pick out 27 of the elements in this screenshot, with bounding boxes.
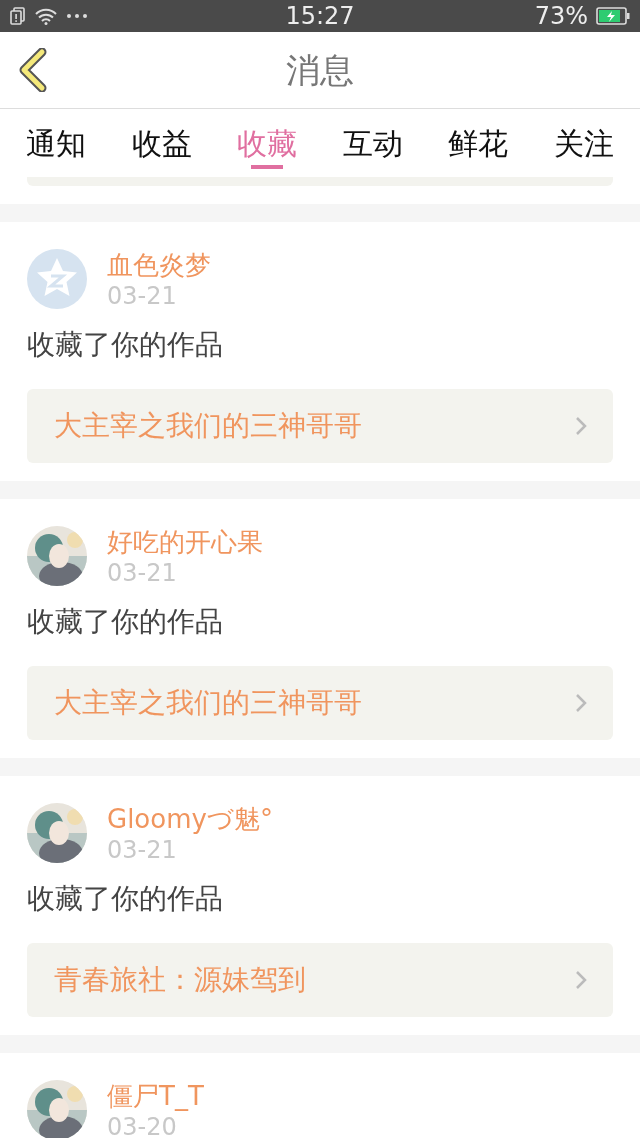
user-name[interactable]: Gloomyづ魅°	[107, 803, 273, 835]
more-icon	[66, 13, 88, 19]
action-text: 收藏了你的作品	[27, 604, 224, 640]
user-name[interactable]: 血色炎梦	[107, 249, 211, 281]
default-avatar-icon	[27, 249, 87, 309]
tab[interactable]: 收益	[131, 109, 192, 177]
sim-icon	[10, 7, 26, 25]
work-link[interactable]: 大主宰之我们的三神哥哥	[27, 666, 613, 740]
tab[interactable]: 收藏	[237, 109, 298, 177]
page-title: 消息	[285, 48, 355, 92]
tab[interactable]: 互动	[342, 109, 403, 177]
tab[interactable]: 关注	[553, 109, 614, 177]
user-name[interactable]: 僵尸T_T	[107, 1080, 204, 1112]
action-text: 收藏了你的作品	[27, 881, 224, 917]
work-link[interactable]: 大主宰之我们的三神哥哥	[27, 389, 613, 463]
battery-percent: 73%	[534, 1, 588, 32]
tab[interactable]: 鲜花	[448, 109, 509, 177]
chevron-right-icon	[575, 970, 587, 990]
clock: 15:27	[284, 1, 356, 32]
chevron-right-icon	[575, 693, 587, 713]
action-text: 收藏了你的作品	[27, 327, 224, 363]
user-name[interactable]: 好吃的开心果	[107, 526, 263, 558]
wifi-icon	[34, 7, 58, 25]
battery-charging-icon	[596, 7, 630, 25]
tab[interactable]: 通知	[26, 109, 86, 177]
chevron-right-icon	[575, 416, 587, 436]
work-link[interactable]: 青春旅社：源妹驾到	[27, 943, 613, 1017]
